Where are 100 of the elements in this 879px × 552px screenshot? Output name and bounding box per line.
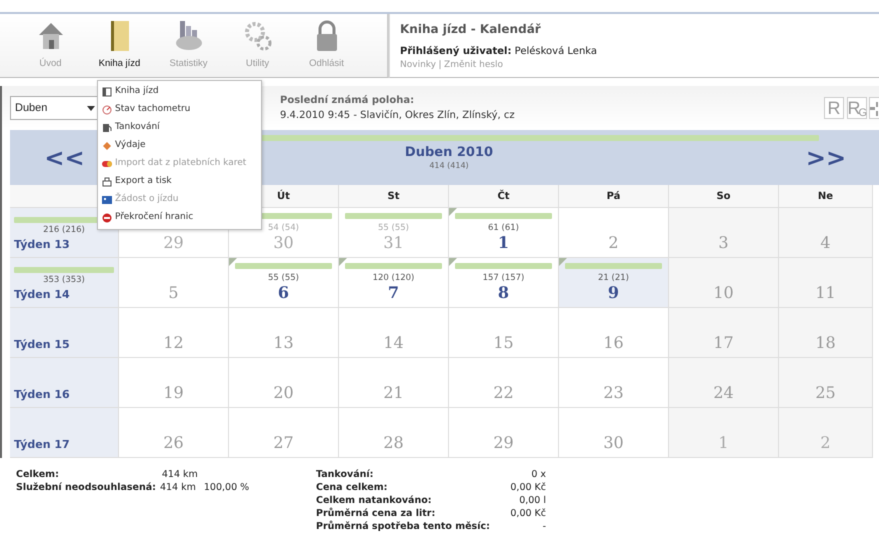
- menu-item-icon: [102, 141, 112, 151]
- page-title: Kniha jízd - Kalendář: [400, 21, 542, 38]
- day-cell[interactable]: 19: [119, 358, 229, 408]
- summary-value: 414 km: [162, 468, 198, 481]
- summary-label: Průměrná cena za litr:: [316, 507, 436, 520]
- menu-item[interactable]: Stav tachometru: [98, 101, 261, 119]
- grid-icon: [870, 100, 879, 118]
- km-text: 61 (61): [488, 222, 519, 234]
- nav-tab[interactable]: Statistiky: [154, 14, 223, 77]
- column-header: Čt: [449, 185, 559, 208]
- day-cell[interactable]: 18: [779, 308, 873, 358]
- summary-value: 0,00 l: [519, 494, 546, 507]
- position-label: Poslední známá poloha:: [280, 94, 416, 108]
- day-cell[interactable]: 2: [559, 208, 669, 258]
- week-label: Týden 15: [14, 336, 71, 352]
- day-cell[interactable]: 14: [339, 308, 449, 358]
- month-title: Duben 2010: [404, 146, 494, 160]
- day-cell[interactable]: 24: [669, 358, 779, 408]
- week-label: Týden 14: [14, 286, 71, 302]
- day-cell[interactable]: 27: [229, 408, 339, 458]
- km-text: 120 (120): [372, 272, 414, 284]
- week-label: Týden 17: [14, 436, 71, 452]
- menu-item-icon: [102, 213, 112, 223]
- column-header: So: [669, 185, 779, 208]
- summary-value: 100,00 %: [204, 481, 250, 494]
- day-cell[interactable]: 22: [449, 358, 559, 408]
- day-cell[interactable]: 3: [669, 208, 779, 258]
- day-cell[interactable]: 10: [669, 258, 779, 308]
- day-cell[interactable]: 21 (21) 9: [559, 258, 669, 308]
- summary-value: 0,00 Kč: [510, 481, 546, 494]
- km-text: 21 (21): [598, 272, 629, 284]
- day-cell[interactable]: 61 (61) 1: [449, 208, 559, 258]
- nav-tab[interactable]: Kniha jízd: [85, 14, 154, 77]
- km-text: 157 (157): [482, 272, 524, 284]
- day-cell[interactable]: 12: [119, 308, 229, 358]
- previous-month-button[interactable]: <<: [44, 140, 85, 176]
- header-link[interactable]: Změnit heslo: [444, 59, 504, 72]
- summary-label: Tankování:: [316, 468, 374, 481]
- day-cell[interactable]: 55 (55) 31: [339, 208, 449, 258]
- summary-label: Celkem:: [16, 468, 59, 481]
- day-cell[interactable]: 13: [229, 308, 339, 358]
- summary-label: Cena celkem:: [316, 481, 388, 494]
- logged-user-text: Přihlášený uživatel: Pelésková Lenka: [400, 45, 598, 59]
- km-text: 353 (353): [43, 274, 85, 286]
- summary-value: -: [542, 520, 546, 533]
- header-link[interactable]: Novinky: [400, 59, 436, 72]
- day-cell[interactable]: 157 (157) 8: [449, 258, 559, 308]
- menu-item-icon: [102, 177, 112, 187]
- day-cell[interactable]: 120 (120) 7: [339, 258, 449, 308]
- day-cell[interactable]: 28: [339, 408, 449, 458]
- caret-icon: [87, 106, 95, 110]
- day-cell[interactable]: 17: [669, 308, 779, 358]
- week-label: Týden 16: [14, 386, 71, 402]
- month-total: 414 (414): [429, 160, 469, 172]
- report-button[interactable]: R: [824, 97, 844, 119]
- day-cell[interactable]: 30: [559, 408, 669, 458]
- menu-item[interactable]: Kniha jízd: [98, 83, 261, 101]
- km-text: 55 (55): [378, 222, 409, 234]
- position-text: 9.4.2010 9:45 - Slavičín, Okres Zlín, Zlínský, cz: [280, 109, 515, 123]
- km-text: 55 (55): [268, 272, 299, 284]
- nav-tab[interactable]: Utility: [223, 14, 292, 77]
- day-cell[interactable]: 1: [669, 408, 779, 458]
- km-text: 216 (216): [43, 224, 85, 236]
- report-button[interactable]: R$_{G}$: [846, 97, 866, 119]
- link-separator: |: [438, 59, 442, 72]
- menu-item[interactable]: Tankování: [98, 119, 261, 137]
- menu-item-icon: [102, 195, 112, 205]
- km-text: 54 (54): [268, 222, 299, 234]
- day-cell[interactable]: 26: [119, 408, 229, 458]
- summary-value: 0,00 Kč: [510, 507, 546, 520]
- nav-tab[interactable]: Úvod: [16, 14, 85, 77]
- day-cell[interactable]: 16: [559, 308, 669, 358]
- day-cell[interactable]: 2: [779, 408, 873, 458]
- summary-value: 0 x: [531, 468, 546, 481]
- day-cell[interactable]: 4: [779, 208, 873, 258]
- menu-item-icon: [102, 123, 112, 133]
- summary-label: Průměrná spotřeba tento měsíc:: [316, 520, 490, 533]
- menu-item[interactable]: Výdaje: [98, 137, 261, 155]
- day-cell[interactable]: 15: [449, 308, 559, 358]
- column-header: Pá: [559, 185, 669, 208]
- day-cell[interactable]: 23: [559, 358, 669, 408]
- day-cell[interactable]: 20: [229, 358, 339, 408]
- menu-item-icon: [102, 159, 112, 169]
- month-select[interactable]: Duben: [10, 96, 100, 120]
- nav-tab[interactable]: Odhlásit: [292, 14, 361, 77]
- menu-item-icon: [102, 105, 112, 115]
- summary-value: 414 km: [160, 481, 196, 494]
- next-month-button[interactable]: >>: [806, 140, 846, 176]
- day-cell[interactable]: 11: [779, 258, 873, 308]
- summary-label: Služební neodsouhlasená:: [16, 481, 156, 494]
- grid-toggle-button[interactable]: [869, 97, 879, 119]
- week-label: Týden 13: [14, 236, 71, 252]
- menu-item-icon: [102, 87, 112, 97]
- column-header: Ne: [779, 185, 873, 208]
- summary-label: Celkem natankováno:: [316, 494, 432, 507]
- day-cell[interactable]: 21: [339, 358, 449, 408]
- day-cell[interactable]: 55 (55) 6: [229, 258, 339, 308]
- day-cell[interactable]: 25: [779, 358, 873, 408]
- day-cell[interactable]: 29: [449, 408, 559, 458]
- day-cell[interactable]: 5: [119, 258, 229, 308]
